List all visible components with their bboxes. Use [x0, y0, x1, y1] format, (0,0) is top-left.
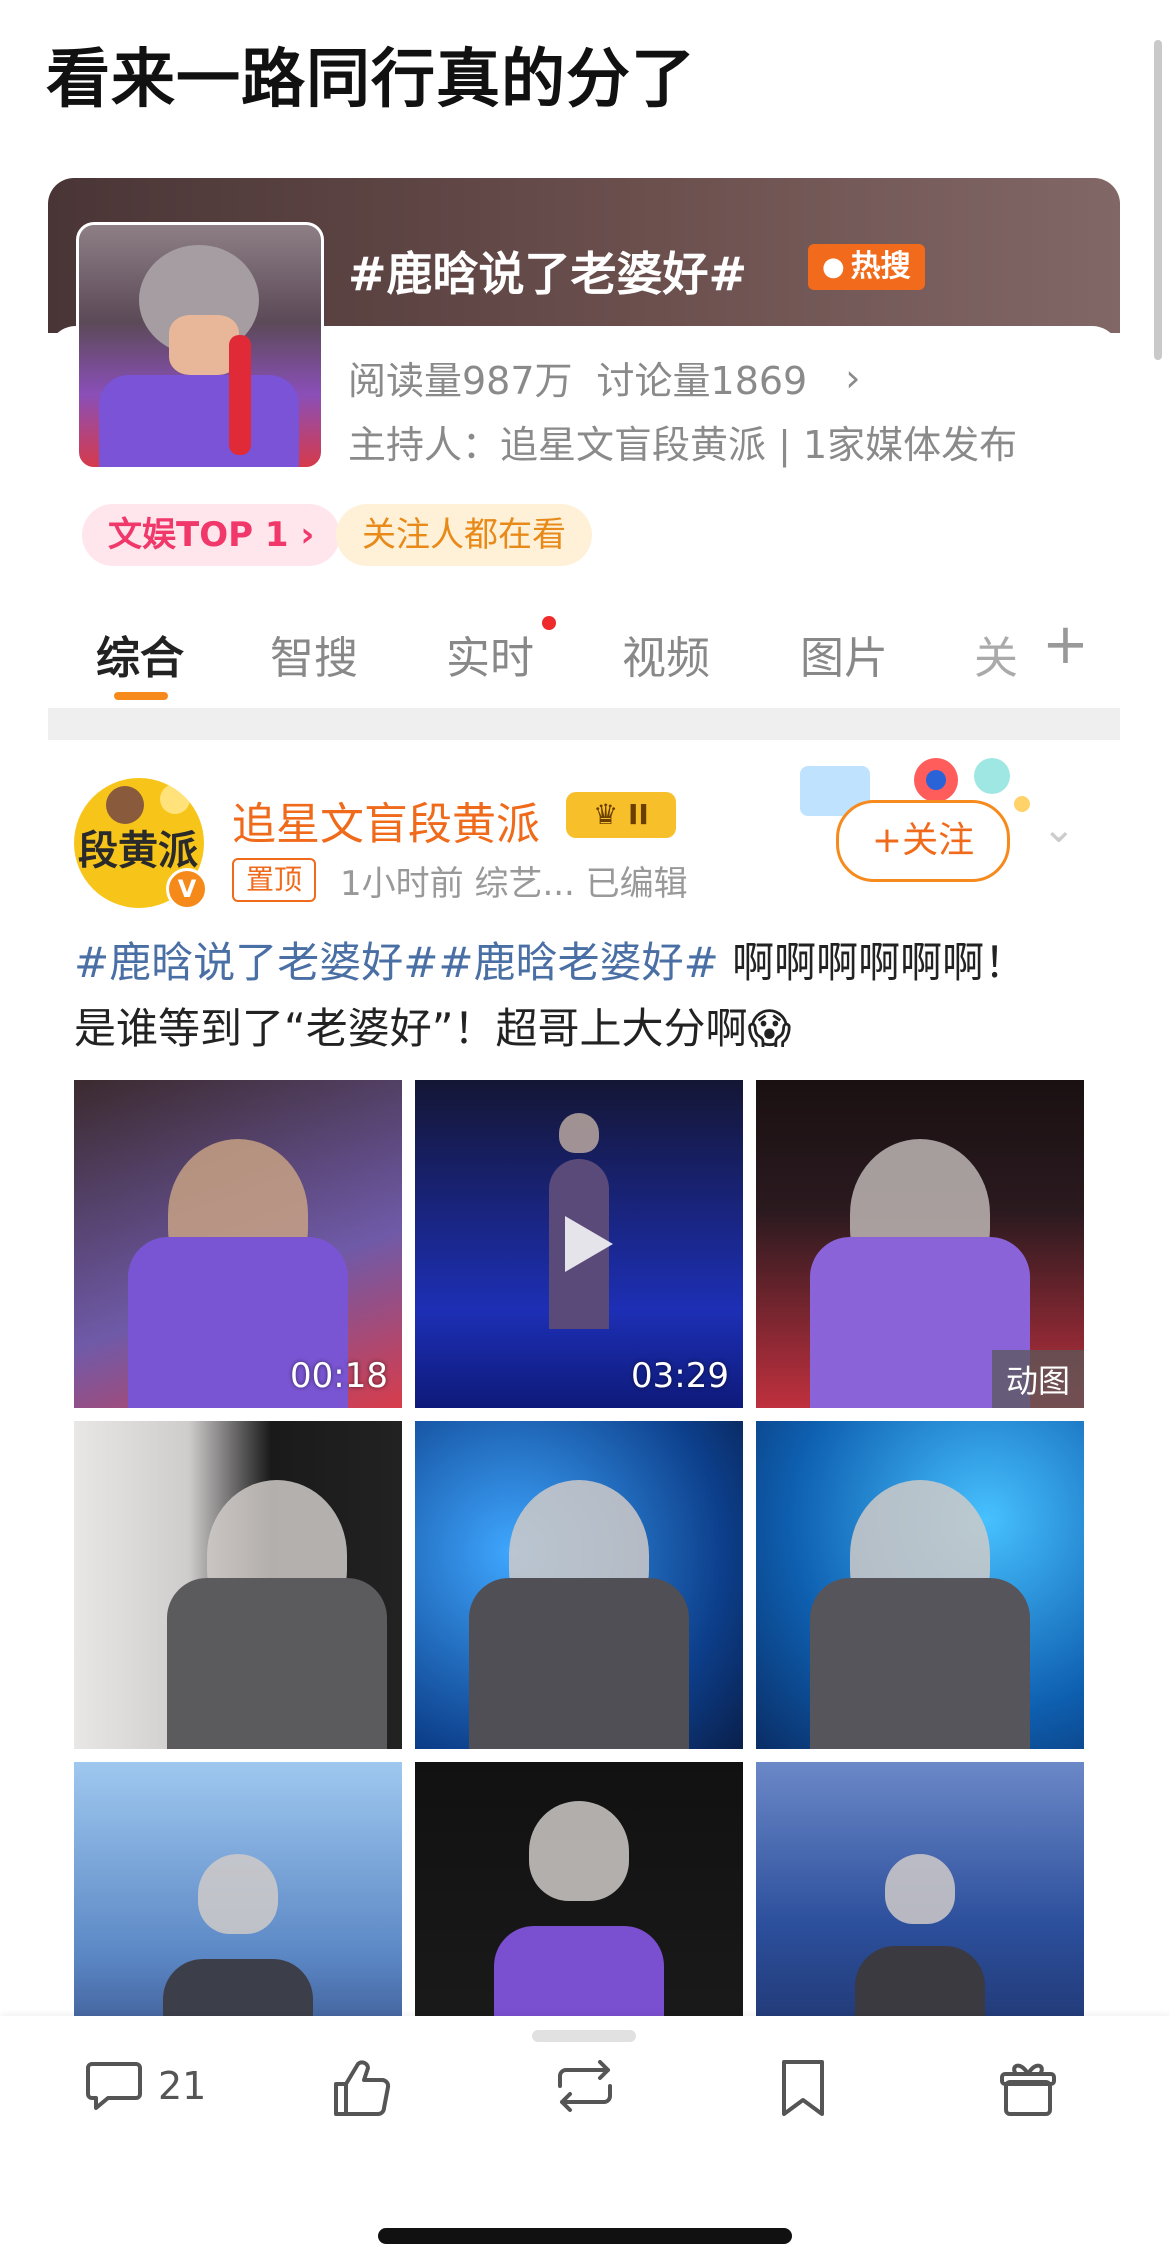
- notification-dot: [542, 616, 556, 630]
- topic-title[interactable]: #鹿晗说了老婆好#: [348, 238, 747, 304]
- chevron-down-icon[interactable]: ⌄: [1042, 806, 1076, 852]
- verified-icon: V: [166, 868, 208, 910]
- section-divider: [48, 708, 1120, 740]
- media-image[interactable]: [756, 1421, 1084, 1749]
- thumbs-up-icon: [334, 2060, 391, 2116]
- follow-button[interactable]: +关注: [836, 800, 1010, 882]
- like-button[interactable]: [330, 2058, 392, 2118]
- discussion-count: 讨论量1869: [596, 359, 808, 403]
- post-text: #鹿晗说了老婆好##鹿晗老婆好# 啊啊啊啊啊啊！ 是谁等到了“老婆好”！超哥上大…: [74, 930, 1074, 1062]
- media-gif[interactable]: 动图: [756, 1080, 1084, 1408]
- media-video[interactable]: 03:29: [415, 1080, 743, 1408]
- tab-realtime[interactable]: 实时: [446, 622, 534, 686]
- comment-icon: [86, 2062, 142, 2110]
- comment-count: 21: [158, 2064, 207, 2108]
- media-image[interactable]: [415, 1762, 743, 2016]
- tab-active-indicator: [114, 692, 168, 700]
- avatar-label: 段黄派: [78, 828, 198, 874]
- hashtag-link[interactable]: #鹿晗老婆好#: [438, 938, 718, 987]
- rank-pill[interactable]: 文娱TOP 1 ›: [82, 504, 341, 566]
- video-duration: 03:29: [631, 1356, 729, 1396]
- hot-badge-label: 热搜: [850, 249, 911, 284]
- gift-button[interactable]: [1000, 2058, 1056, 2118]
- home-indicator: [378, 2228, 792, 2244]
- author-name[interactable]: 追星文盲段黄派: [232, 788, 540, 852]
- play-icon[interactable]: [565, 1216, 613, 1272]
- headline: 看来一路同行真的分了: [46, 43, 696, 117]
- topic-stats[interactable]: 阅读量987万 讨论量1869 ›: [348, 350, 860, 405]
- chevron-right-icon: ›: [845, 355, 861, 400]
- favorite-button[interactable]: [778, 2058, 828, 2118]
- topic-host: 主持人：追星文盲段黄派 | 1家媒体发布: [348, 423, 1018, 467]
- level-label: II: [628, 798, 649, 831]
- following-watching-pill[interactable]: 关注人都在看: [336, 504, 592, 566]
- add-tab-icon[interactable]: +: [1042, 612, 1089, 677]
- media-image[interactable]: [74, 1421, 402, 1749]
- media-grid: 00:18 03:29 动图: [74, 1080, 1084, 2016]
- tab-bar: 综合 智搜 实时 视频 图片 关 +: [48, 608, 1120, 700]
- post-text-line2: 是谁等到了“老婆好”！超哥上大分啊😱: [74, 1004, 792, 1053]
- post-text-line1: 啊啊啊啊啊啊！: [718, 938, 1027, 987]
- hot-icon: ●: [822, 252, 845, 282]
- tab-images[interactable]: 图片: [800, 622, 888, 686]
- tab-video[interactable]: 视频: [622, 622, 710, 686]
- media-video[interactable]: 00:18: [74, 1080, 402, 1408]
- read-count: 阅读量987万: [348, 359, 573, 403]
- gif-badge: 动图: [991, 1350, 1084, 1408]
- bookmark-icon: [782, 2060, 824, 2116]
- drag-handle[interactable]: [532, 2030, 636, 2042]
- media-image[interactable]: [756, 1762, 1084, 2016]
- media-image[interactable]: [415, 1421, 743, 1749]
- hot-badge: ● 热搜: [808, 244, 925, 290]
- post-meta: 1小时前 综艺... 已编辑: [340, 864, 688, 904]
- tab-partial[interactable]: 关: [974, 622, 1018, 686]
- pinned-badge: 置顶: [232, 858, 317, 902]
- tab-smart-search[interactable]: 智搜: [270, 622, 358, 686]
- topic-thumbnail[interactable]: [76, 222, 324, 470]
- level-badge[interactable]: ♛ II: [566, 792, 676, 838]
- crown-icon: ♛: [593, 798, 628, 831]
- repost-button[interactable]: [552, 2058, 618, 2114]
- comment-button[interactable]: 21: [84, 2058, 206, 2114]
- repost-icon: [558, 2060, 612, 2112]
- scrollbar[interactable]: [1154, 40, 1162, 360]
- hashtag-link[interactable]: #鹿晗说了老婆好#: [74, 938, 438, 987]
- gift-icon: [1000, 2063, 1056, 2116]
- media-image[interactable]: [74, 1762, 402, 2016]
- bottom-action-bar: 21: [0, 2016, 1170, 2264]
- tab-comprehensive[interactable]: 综合: [96, 622, 184, 686]
- video-duration: 00:18: [290, 1356, 388, 1396]
